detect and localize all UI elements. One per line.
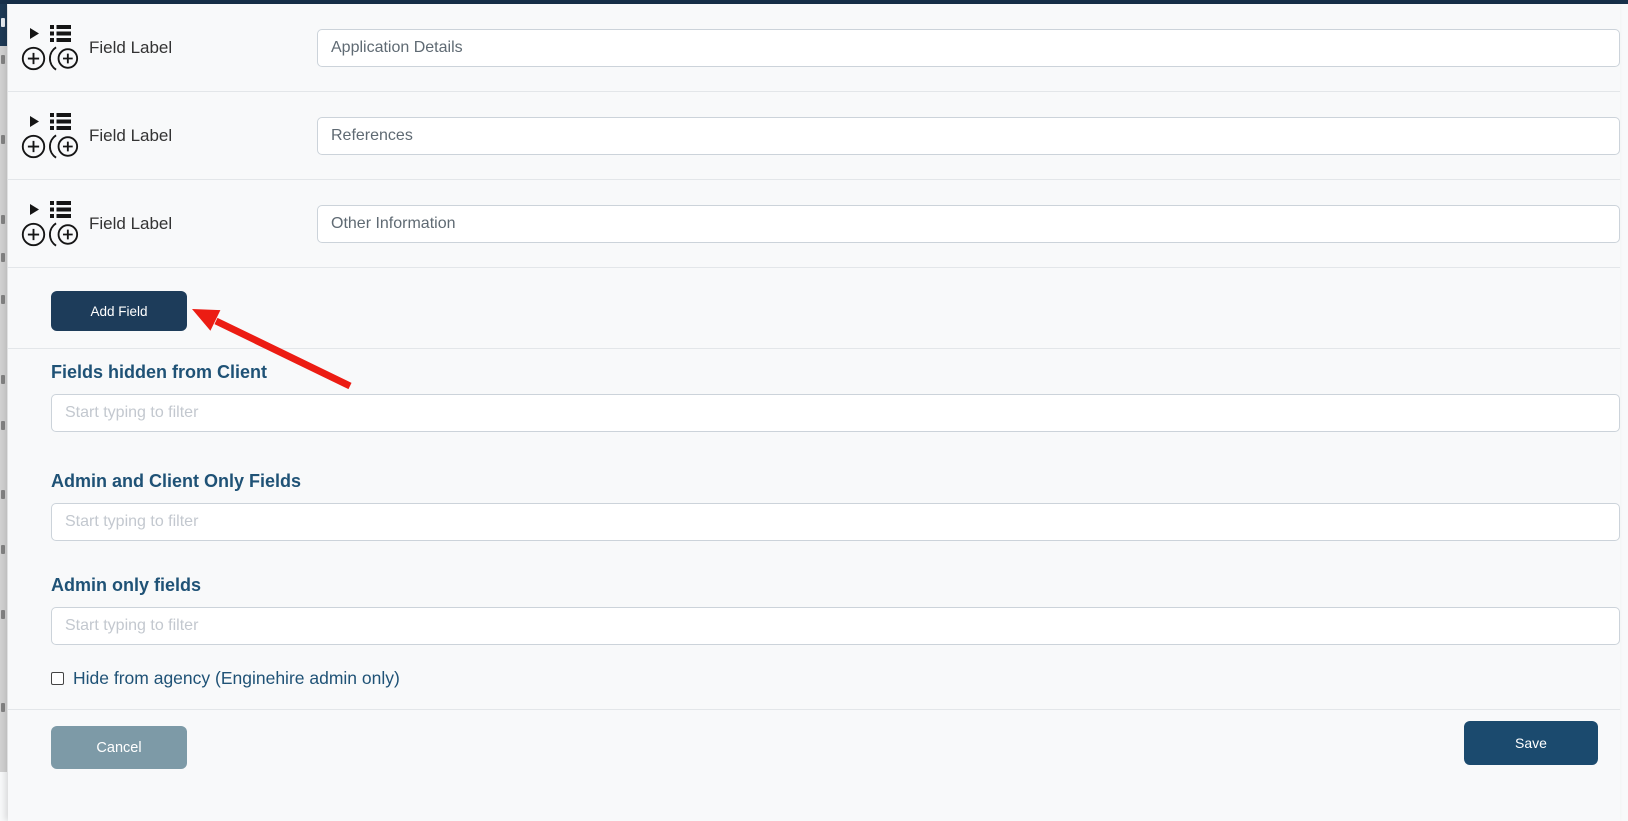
field-label-input[interactable] [317, 204, 1620, 243]
circle-plus-nested-icon[interactable] [48, 46, 79, 71]
section-heading-fields-hidden-from-client: Fields hidden from Client [51, 362, 268, 382]
footer-actions: Cancel Save [8, 721, 1620, 821]
add-field-button[interactable]: Add Field [51, 291, 187, 331]
field-label-text: Field Label [89, 213, 173, 233]
section-heading-admin-client-only: Admin and Client Only Fields [51, 471, 302, 491]
field-label-text: Field Label [89, 37, 173, 57]
occluded-sidebar-fragment [0, 4, 7, 46]
circle-plus-nested-icon[interactable] [48, 222, 79, 247]
divider [8, 348, 1620, 349]
occluded-page-strip [0, 4, 7, 772]
caret-right-icon[interactable] [30, 203, 39, 215]
list-icon[interactable] [50, 200, 71, 218]
form-builder-panel: Field Label Application Details Field La… [8, 4, 1620, 821]
field-row: Field Label [8, 4, 1620, 92]
field-label-input[interactable] [317, 116, 1620, 155]
field-row-controls [21, 112, 79, 159]
field-row: Field Label [8, 92, 1620, 180]
footer-divider [8, 709, 1620, 710]
admin-client-fields-filter-input[interactable] [51, 503, 1620, 541]
circle-plus-icon[interactable] [21, 46, 46, 71]
list-icon[interactable] [50, 112, 71, 130]
caret-right-icon[interactable] [30, 115, 39, 127]
hide-from-agency-row: Hide from agency (Enginehire admin only) [51, 668, 1620, 688]
list-icon[interactable] [50, 24, 71, 42]
circle-plus-icon[interactable] [21, 222, 46, 247]
field-label-input[interactable] [317, 28, 1620, 67]
hide-from-agency-label[interactable]: Hide from agency (Enginehire admin only) [73, 668, 400, 689]
hide-from-agency-checkbox[interactable] [51, 671, 64, 685]
hidden-fields-filter-input[interactable] [51, 394, 1620, 432]
circle-plus-nested-icon[interactable] [48, 134, 79, 159]
field-row: Field Label [8, 180, 1620, 268]
field-label-text: Field Label [89, 125, 173, 145]
admin-only-fields-filter-input[interactable] [51, 607, 1620, 645]
save-button[interactable]: Save [1464, 721, 1598, 765]
section-heading-admin-only: Admin only fields [51, 575, 202, 595]
cancel-button[interactable]: Cancel [51, 726, 187, 769]
field-row-controls [21, 200, 79, 247]
circle-plus-icon[interactable] [21, 134, 46, 159]
field-row-controls [21, 24, 79, 71]
caret-right-icon[interactable] [30, 27, 39, 39]
